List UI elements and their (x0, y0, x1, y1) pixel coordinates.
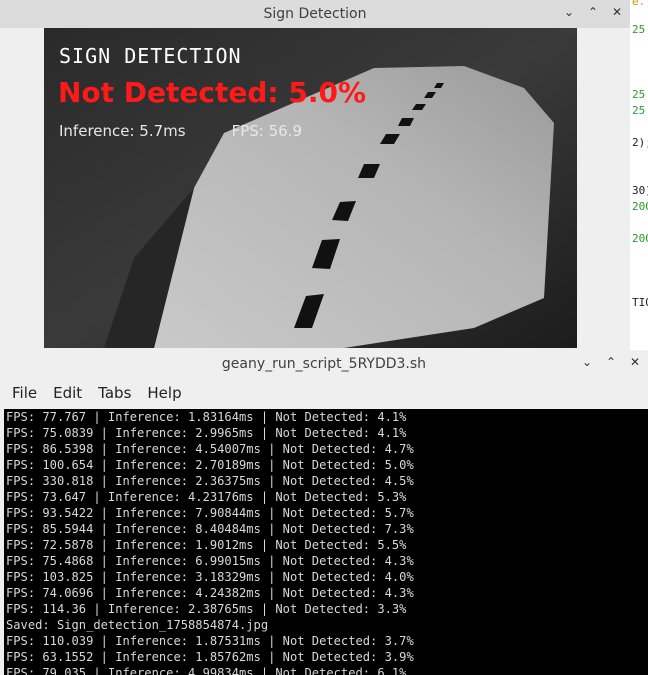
terminal-line: FPS: 103.825 | Inference: 3.18329ms | No… (6, 570, 414, 584)
menu-tabs[interactable]: Tabs (98, 384, 131, 402)
terminal-line: FPS: 85.5944 | Inference: 8.40484ms | No… (6, 522, 414, 536)
terminal-line: Saved: Sign_detection_1758854874.jpg (6, 618, 269, 632)
detection-status: Not Detected: 5.0% (58, 76, 367, 109)
maximize-icon[interactable]: ⌃ (586, 5, 600, 19)
editor-code-fragment: 200 (632, 200, 648, 213)
minimize-icon[interactable]: ⌄ (562, 5, 576, 19)
window-title: Sign Detection (263, 6, 367, 22)
editor-code-fragment: 2); (632, 136, 648, 149)
terminal-line: FPS: 63.1552 | Inference: 1.85762ms | No… (6, 650, 414, 664)
sign-detection-titlebar[interactable]: Sign Detection ⌄ ⌃ ✕ (0, 0, 630, 28)
camera-feed: SIGN DETECTION Not Detected: 5.0% Infere… (44, 28, 577, 348)
terminal-line: FPS: 110.039 | Inference: 1.87531ms | No… (6, 634, 414, 648)
editor-code-fragment: 200 (632, 232, 648, 245)
editor-code-fragment: 25 (632, 104, 646, 117)
menu-file[interactable]: File (12, 384, 37, 402)
terminal-line: FPS: 93.5422 | Inference: 7.90844ms | No… (6, 506, 414, 520)
terminal-line: FPS: 72.5878 | Inference: 1.9012ms | Not… (6, 538, 407, 552)
editor-code-fragment: TIO (632, 296, 648, 309)
terminal-output[interactable]: FPS: 77.767 | Inference: 1.83164ms | Not… (4, 409, 648, 675)
terminal-line: FPS: 79.035 | Inference: 4.99834ms | Not… (6, 666, 407, 675)
maximize-icon[interactable]: ⌃ (604, 355, 618, 369)
menu-edit[interactable]: Edit (53, 384, 82, 402)
inference-readout: Inference: 5.7ms (59, 122, 186, 140)
terminal-line: FPS: 73.647 | Inference: 4.23176ms | Not… (6, 490, 407, 504)
overlay-heading: SIGN DETECTION (59, 44, 242, 68)
terminal-menubar: File Edit Tabs Help (0, 378, 648, 408)
editor-code-fragment: 30) (632, 184, 648, 197)
menu-help[interactable]: Help (147, 384, 181, 402)
editor-code-fragment: 25 (632, 88, 646, 101)
terminal-line: FPS: 74.0696 | Inference: 4.24382ms | No… (6, 586, 414, 600)
terminal-line: FPS: 114.36 | Inference: 2.38765ms | Not… (6, 602, 407, 616)
fps-readout: FPS: 56.9 (231, 122, 303, 140)
close-icon[interactable]: ✕ (610, 5, 624, 19)
minimize-icon[interactable]: ⌄ (580, 355, 594, 369)
close-icon[interactable]: ✕ (628, 355, 642, 369)
terminal-line: FPS: 75.0839 | Inference: 2.9965ms | Not… (6, 426, 407, 440)
editor-code-fragment: 25 (632, 23, 646, 36)
terminal-window: geany_run_script_5RYDD3.sh ⌄ ⌃ ✕ File Ed… (0, 350, 648, 675)
terminal-line: FPS: 86.5398 | Inference: 4.54007ms | No… (6, 442, 414, 456)
terminal-line: FPS: 100.654 | Inference: 2.70189ms | No… (6, 458, 414, 472)
background-editor-window: e. 25 25 25 2); 30) 200 200 TIO (630, 0, 648, 350)
terminal-title: geany_run_script_5RYDD3.sh (221, 356, 427, 372)
terminal-line: FPS: 75.4868 | Inference: 6.99015ms | No… (6, 554, 414, 568)
terminal-line: FPS: 77.767 | Inference: 1.83164ms | Not… (6, 410, 407, 424)
terminal-line: FPS: 330.818 | Inference: 2.36375ms | No… (6, 474, 414, 488)
editor-code-fragment: e. (632, 0, 646, 8)
sign-detection-window: Sign Detection ⌄ ⌃ ✕ SIGN DETECTION Not … (0, 0, 630, 350)
terminal-titlebar[interactable]: geany_run_script_5RYDD3.sh ⌄ ⌃ ✕ (0, 350, 648, 378)
